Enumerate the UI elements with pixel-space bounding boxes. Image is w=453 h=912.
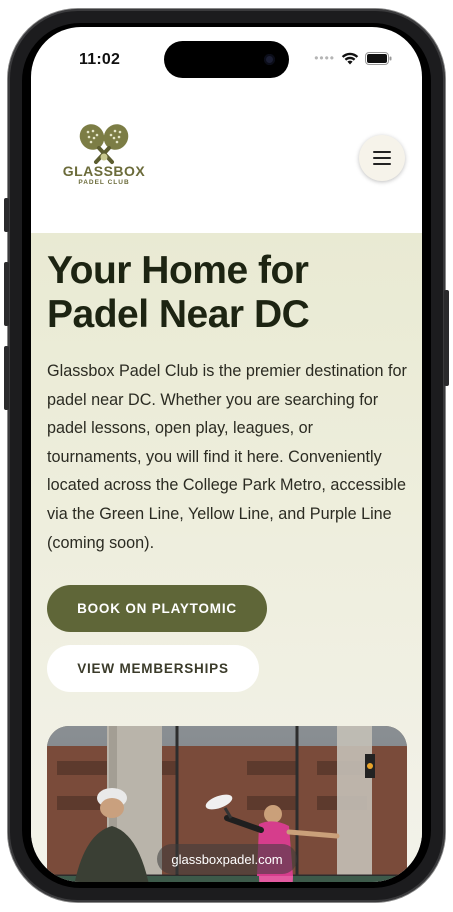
hero-title: Your Home for Padel Near DC: [47, 249, 310, 336]
status-bar: 11:02 ••••: [31, 27, 422, 87]
volume-down-button: [4, 346, 9, 410]
hero-section: Your Home for Padel Near DC Glassbox Pad…: [31, 233, 422, 882]
dynamic-island: [164, 41, 289, 78]
hamburger-menu-icon: [373, 151, 391, 165]
volume-up-button: [4, 262, 9, 326]
browser-url-bar[interactable]: glassboxpadel.com: [157, 844, 297, 874]
battery-icon: [365, 51, 392, 65]
phone-screen: 11:02 •••• GLASSBOX PADEL CLUB Your Home…: [31, 27, 422, 882]
book-on-playtomic-button[interactable]: BOOK ON PLAYTOMIC: [47, 585, 267, 632]
crossed-paddles-icon: [79, 124, 129, 164]
glassbox-logo[interactable]: GLASSBOX PADEL CLUB: [59, 121, 149, 189]
view-memberships-button[interactable]: VIEW MEMBERSHIPS: [47, 645, 259, 692]
status-icons: ••••: [314, 51, 392, 65]
front-camera-icon: [264, 54, 275, 65]
status-time: 11:02: [79, 51, 121, 68]
menu-button[interactable]: [359, 135, 405, 181]
signal-dots-icon: ••••: [314, 51, 335, 65]
hero-description: Glassbox Padel Club is the premier desti…: [47, 362, 407, 552]
site-header: GLASSBOX PADEL CLUB: [31, 87, 422, 233]
silent-switch: [4, 198, 9, 232]
wifi-icon: [341, 52, 359, 64]
power-button: [444, 290, 449, 386]
logo-subtitle: PADEL CLUB: [78, 179, 130, 186]
logo-name: GLASSBOX: [62, 163, 146, 179]
